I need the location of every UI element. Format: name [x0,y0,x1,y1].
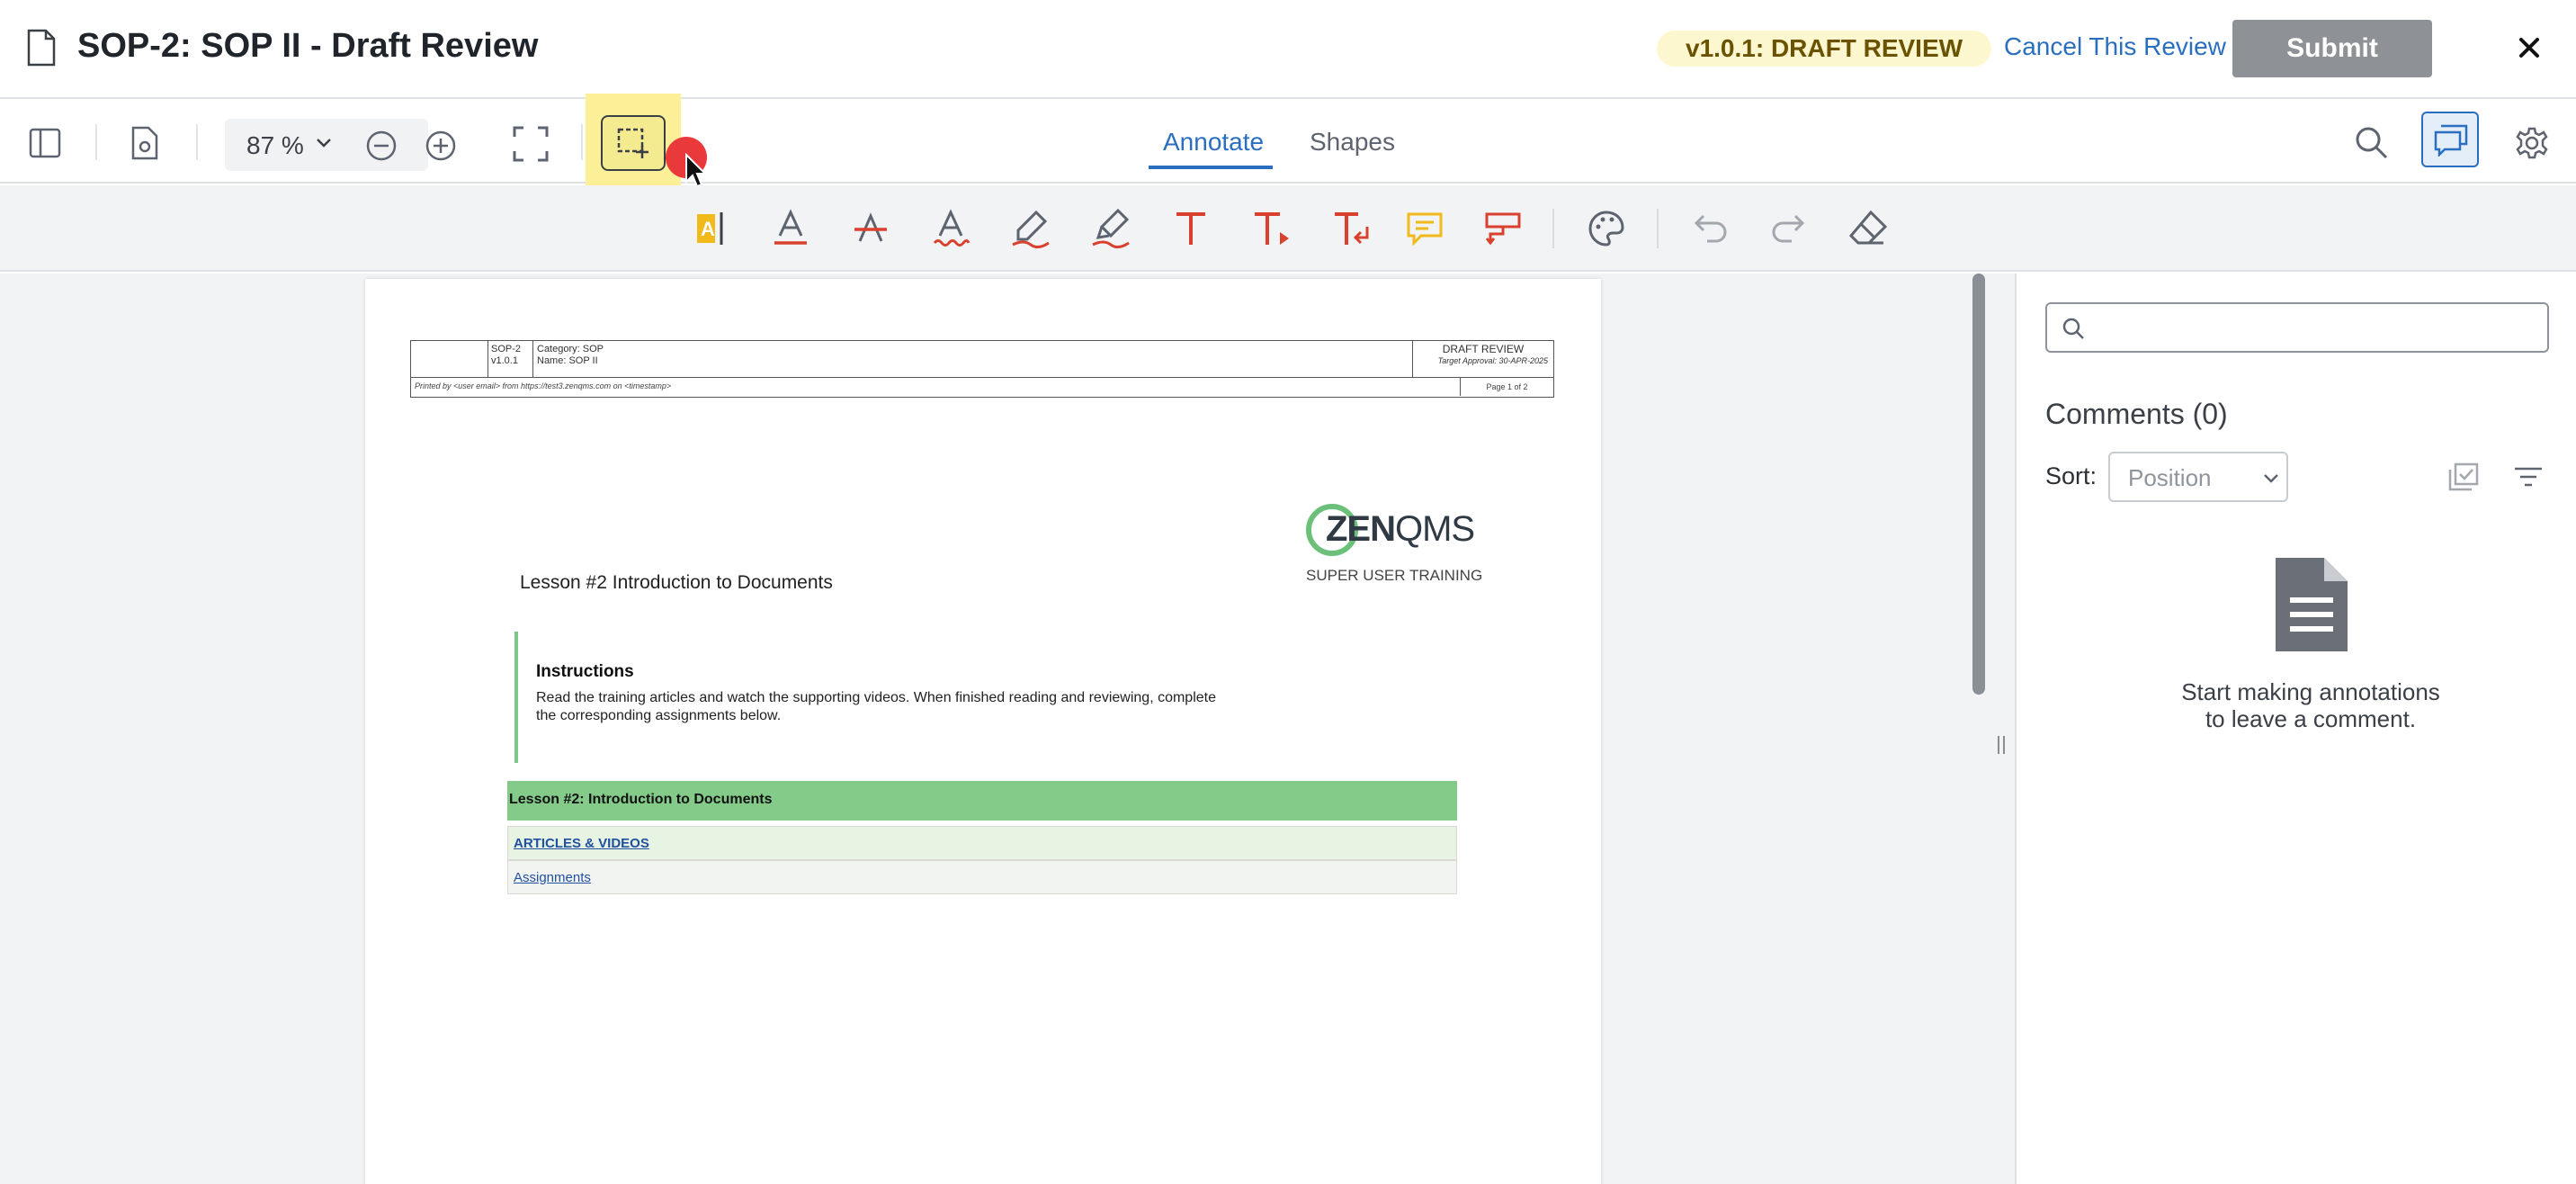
lesson-heading: Lesson #2 Introduction to Documents [520,572,833,593]
status-badge: v1.0.1: DRAFT REVIEW [1657,31,1992,67]
submit-button[interactable]: Submit [2232,20,2432,77]
comments-panel: Comments (0) Sort: Position Start making… [2017,274,2576,1184]
zoom-value: 87 % [246,131,304,159]
zoom-out-icon[interactable] [365,130,398,162]
table-row: ARTICLES & VIDEOS [507,826,1457,860]
logo-subtitle: SUPER USER TRAINING [1306,567,1483,584]
articles-videos-link[interactable]: ARTICLES & VIDEOS [514,836,649,851]
undo-icon[interactable] [1689,207,1732,250]
comments-panel-toggle[interactable] [2421,112,2479,167]
tab-shapes[interactable]: Shapes [1310,128,1395,157]
text-strikeout-icon[interactable] [849,207,892,250]
tab-annotate[interactable]: Annotate [1163,128,1264,157]
logo-wordmark: ZENQMS [1326,509,1475,550]
instructions-text: Read the training articles and watch the… [536,690,1216,723]
select-area-button[interactable] [601,115,666,171]
header-logo-cell [411,341,488,377]
logo-prefix: ZEN [1326,509,1396,549]
toolbar-divider [1657,209,1659,248]
sort-value: Position [2128,464,2212,491]
toolbar-divider [196,124,198,160]
multi-select-icon[interactable] [2448,462,2479,491]
page-settings-icon[interactable] [131,126,158,160]
empty-state-message: Start making annotations to leave a comm… [2135,678,2486,732]
text-highlight-icon[interactable]: A [689,207,732,250]
text-replace-icon[interactable] [1329,207,1373,250]
company-logo: ZENQMS SUPER USER TRAINING [1306,504,1482,585]
document-header-table: SOP-2 v1.0.1 Category: SOP Name: SOP II … [410,340,1554,398]
page-title: SOP-2: SOP II - Draft Review [77,27,539,65]
header-status-cell: DRAFT REVIEW Target Approval: 30-APR-202… [1413,341,1553,377]
comments-icon [2434,124,2468,157]
logo-suffix: QMS [1395,509,1475,549]
main-toolbar: 87 % Annotate Shapes [0,94,2576,189]
search-icon[interactable] [2355,126,2389,160]
zoom-in-icon[interactable] [425,130,457,162]
header-info-cell: Category: SOP Name: SOP II [533,341,1413,377]
page-info-text: Page 1 of 2 [1460,378,1553,396]
doc-version: v1.0.1 [491,355,518,366]
doc-target-approval: Target Approval: 30-APR-2025 [1437,356,1548,365]
cancel-review-link[interactable]: Cancel This Review [2004,32,2226,61]
fullscreen-icon[interactable] [513,126,549,162]
empty-state-line2: to leave a comment. [2205,705,2417,732]
toolbar-divider [1552,209,1554,248]
annotation-toolbar: A [0,185,2576,272]
color-palette-icon[interactable] [1585,207,1628,250]
zoom-select[interactable]: 87 % [225,119,428,171]
redo-icon[interactable] [1767,207,1810,250]
toolbar-divider [581,124,583,160]
empty-state-line1: Start making annotations [2181,678,2440,705]
freehand-icon[interactable] [1009,207,1052,250]
instructions-title: Instructions [536,662,634,681]
header-id-cell: SOP-2 v1.0.1 [488,341,533,377]
text-underline-icon[interactable] [769,207,812,250]
header-print-row: Printed by <user email> from https://tes… [411,377,1553,397]
lesson-table-header: Lesson #2: Introduction to Documents [507,781,1457,821]
empty-document-icon [2276,558,2348,651]
sort-label: Sort: [2045,462,2097,489]
toolbar-divider [95,124,97,160]
sidebar-toggle-icon[interactable] [29,128,61,158]
doc-category: Category: SOP [537,344,604,354]
active-tab-indicator [1149,166,1273,169]
doc-name: Name: SOP II [537,355,598,366]
vertical-scrollbar[interactable] [1972,274,1985,695]
sticky-note-icon[interactable] [1403,207,1446,250]
filter-icon[interactable] [2513,466,2544,488]
select-area-icon [617,128,648,158]
doc-id: SOP-2 [491,344,522,354]
callout-icon[interactable] [1249,207,1292,250]
mouse-cursor-icon [685,153,708,188]
doc-status: DRAFT REVIEW [1442,343,1525,355]
panel-resize-handle[interactable] [1995,734,2008,756]
chevron-down-icon [317,139,331,148]
close-icon[interactable] [2514,32,2545,63]
text-squiggly-icon[interactable] [929,207,972,250]
redact-icon[interactable] [1481,207,1525,250]
instructions-box: Instructions Read the training articles … [514,632,1234,763]
title-bar: SOP-2: SOP II - Draft Review v1.0.1: DRA… [0,0,2576,99]
settings-gear-icon[interactable] [2515,126,2549,160]
svg-text:A: A [701,218,715,240]
document-page[interactable]: SOP-2 v1.0.1 Category: SOP Name: SOP II … [365,279,1601,1184]
assignments-link[interactable]: Assignments [514,870,591,885]
select-area-highlight [586,94,681,189]
lesson-table-title: Lesson #2: Introduction to Documents [509,792,773,807]
document-viewer[interactable]: SOP-2 v1.0.1 Category: SOP Name: SOP II … [0,274,2015,1184]
search-icon [2062,318,2084,339]
sort-select[interactable]: Position [2108,452,2288,502]
chevron-down-icon [2264,474,2278,483]
printed-by-text: Printed by <user email> from https://tes… [415,381,672,390]
free-text-icon[interactable] [1169,207,1212,250]
eraser-icon[interactable] [1846,207,1889,250]
comments-count: Comments (0) [2045,398,2228,430]
comments-search-input[interactable] [2045,302,2549,353]
document-icon [27,29,56,67]
table-row: Assignments [507,860,1457,894]
freehand-highlight-icon[interactable] [1089,207,1132,250]
